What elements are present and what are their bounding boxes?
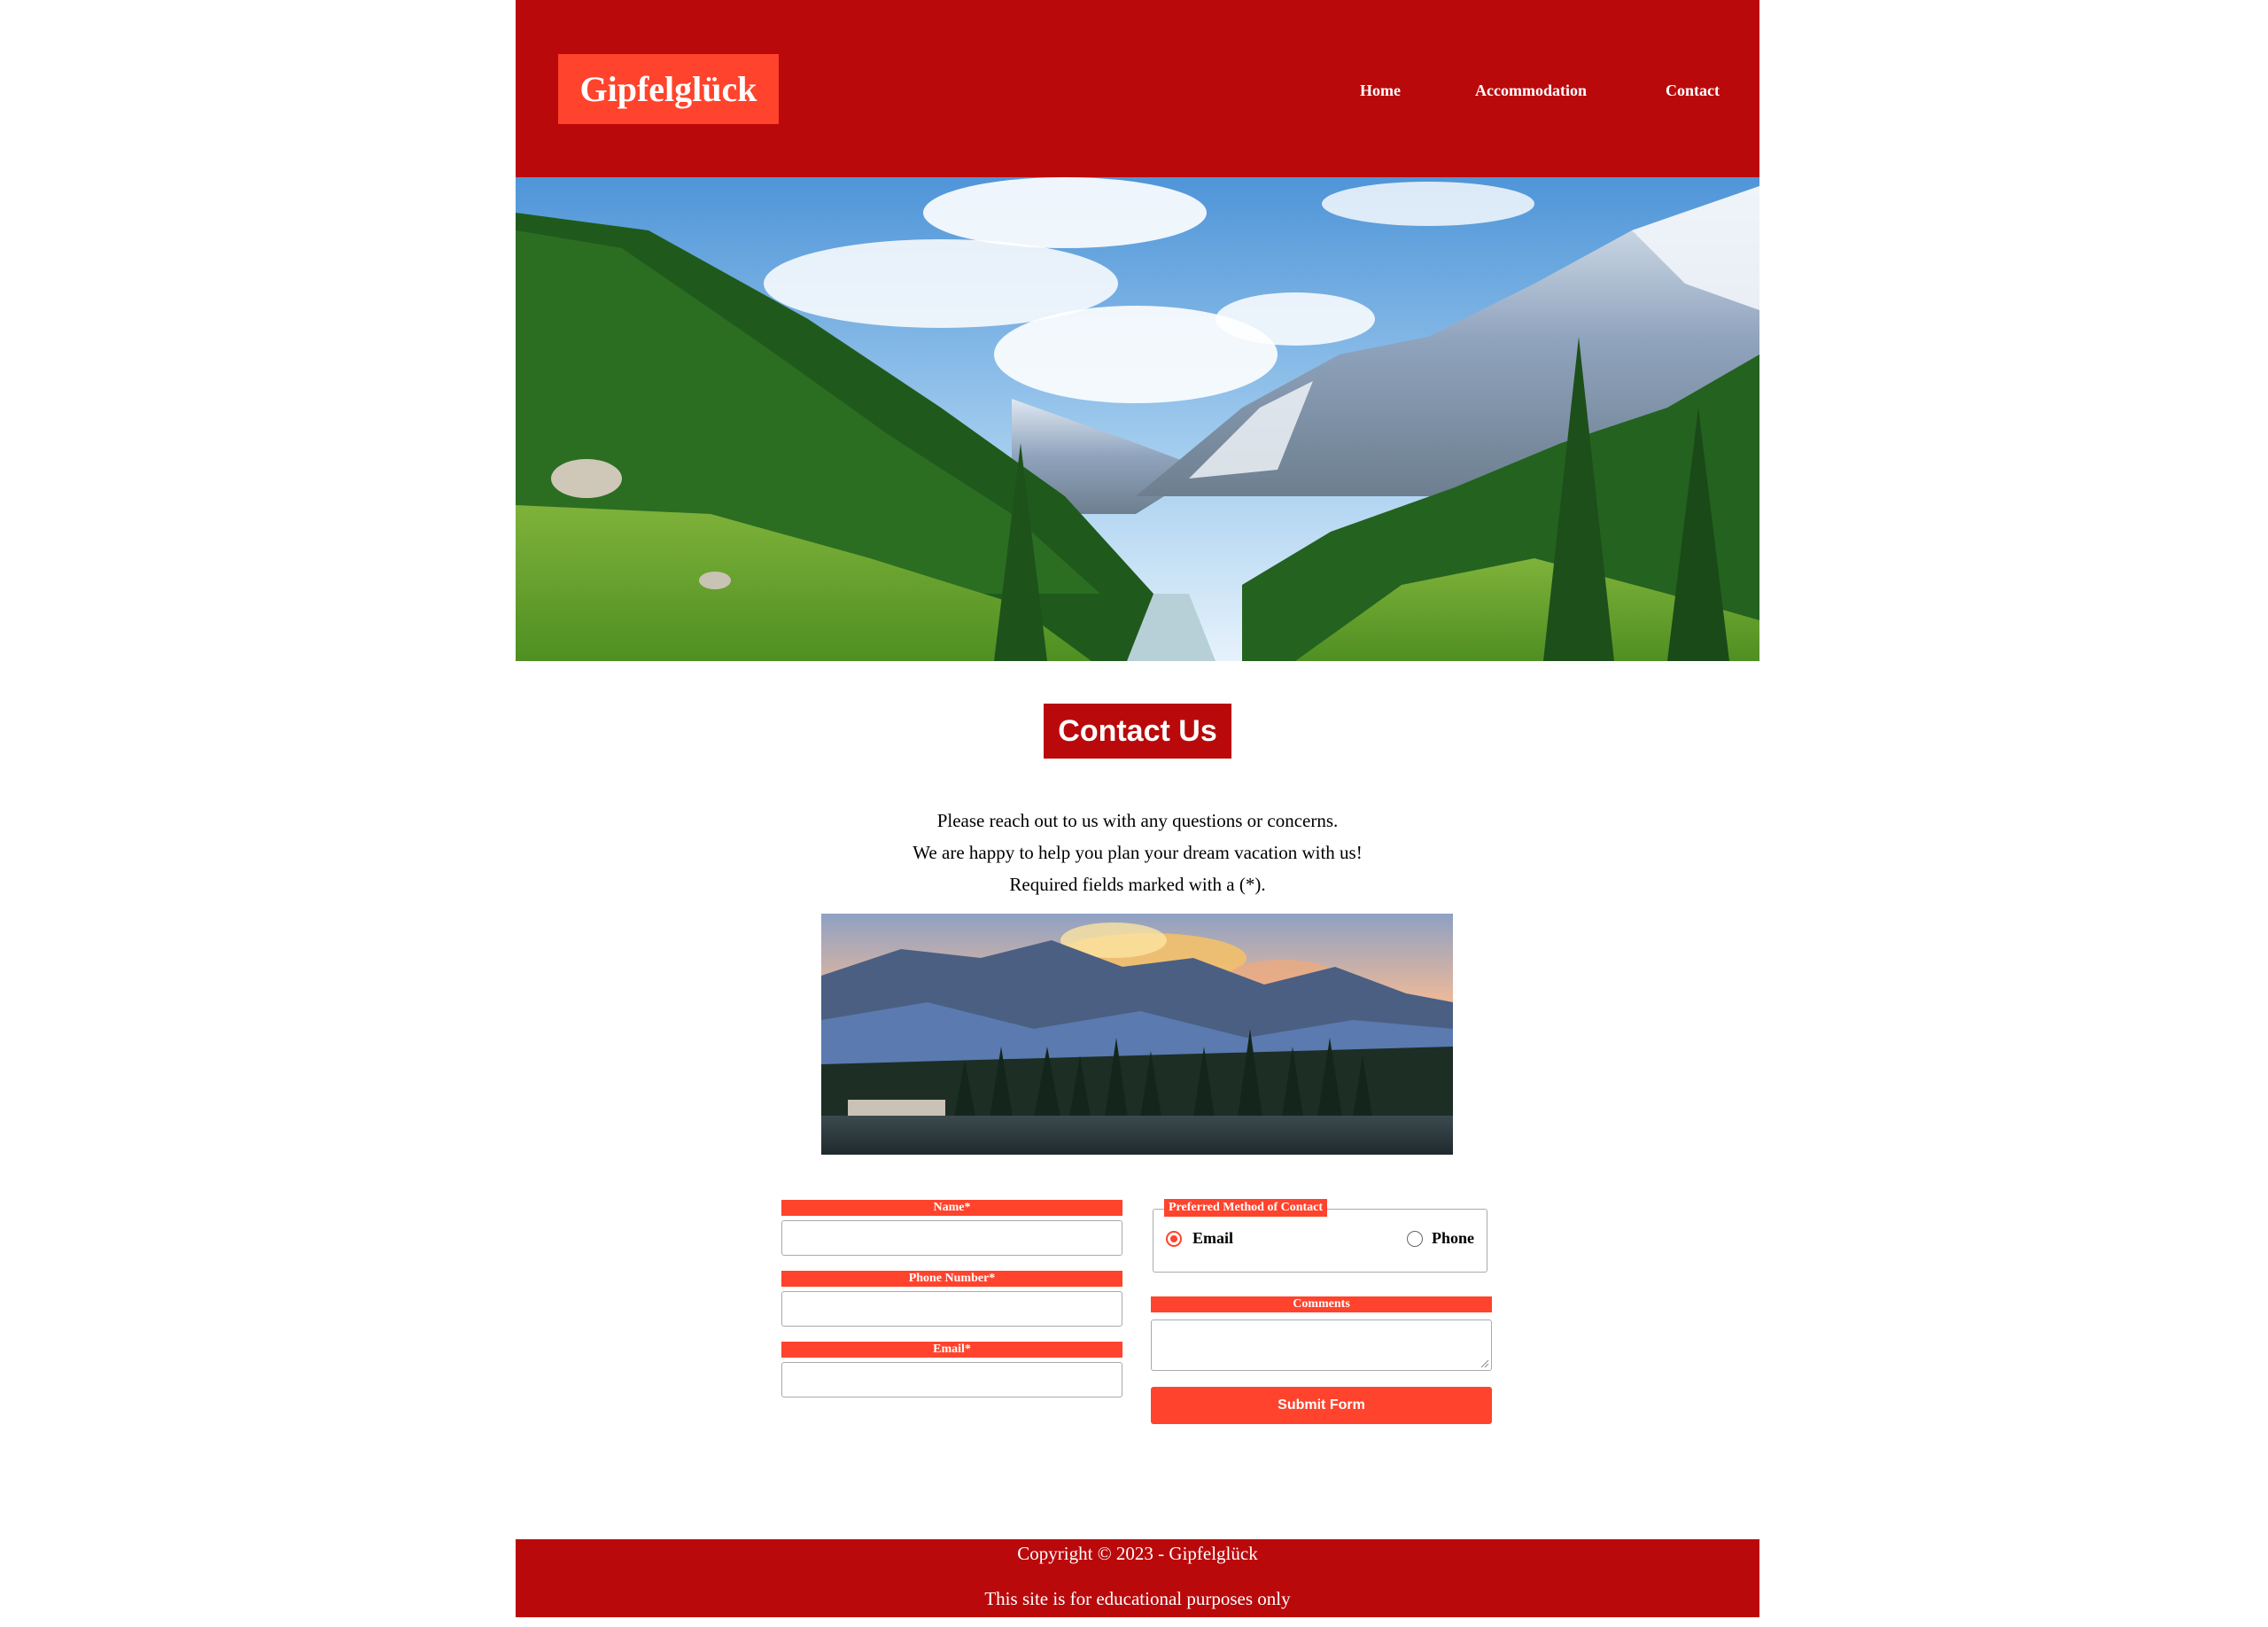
resize-handle-icon[interactable] bbox=[1480, 1359, 1489, 1368]
nav-contact-link[interactable]: Contact bbox=[1666, 82, 1720, 100]
email-radio-label[interactable]: Email bbox=[1192, 1229, 1233, 1248]
lake-image bbox=[821, 914, 1453, 1155]
phone-radio-label[interactable]: Phone bbox=[1432, 1229, 1474, 1248]
preferred-contact-legend: Preferred Method of Contact bbox=[1164, 1199, 1328, 1217]
intro-text: Please reach out to us with any question… bbox=[516, 805, 1759, 900]
intro-line-1: Please reach out to us with any question… bbox=[936, 810, 1339, 831]
name-input[interactable] bbox=[781, 1220, 1122, 1256]
comments-textarea[interactable] bbox=[1151, 1320, 1492, 1371]
site-logo[interactable]: Gipfelglück bbox=[558, 54, 779, 124]
contact-form-left: Name* Phone Number* Email* bbox=[781, 1200, 1122, 1413]
site-header: Gipfelglück Home Accommodation Contact bbox=[516, 0, 1759, 177]
site-footer: Copyright © 2023 - Gipfelglück This site… bbox=[516, 1539, 1759, 1617]
preferred-contact-fieldset: Preferred Method of Contact Email Phone bbox=[1153, 1199, 1487, 1273]
name-label: Name* bbox=[781, 1200, 1122, 1216]
page-title: Contact Us bbox=[1044, 704, 1231, 759]
copyright-text: Copyright © 2023 - Gipfelglück bbox=[1017, 1543, 1258, 1564]
nav-accommodation-link[interactable]: Accommodation bbox=[1475, 82, 1587, 100]
phone-radio[interactable] bbox=[1407, 1231, 1423, 1247]
footer-note: This site is for educational purposes on… bbox=[984, 1588, 1291, 1609]
intro-line-2: We are happy to help you plan your dream… bbox=[913, 842, 1363, 863]
nav-home-link[interactable]: Home bbox=[1360, 82, 1401, 100]
email-radio[interactable] bbox=[1166, 1231, 1182, 1247]
hero-image bbox=[516, 177, 1759, 661]
phone-input[interactable] bbox=[781, 1291, 1122, 1327]
phone-label: Phone Number* bbox=[781, 1271, 1122, 1287]
intro-line-3: Required fields marked with a (*). bbox=[1009, 874, 1266, 895]
submit-button[interactable]: Submit Form bbox=[1151, 1387, 1492, 1424]
comments-label: Comments bbox=[1151, 1296, 1492, 1312]
email-input[interactable] bbox=[781, 1362, 1122, 1397]
page: Gipfelglück Home Accommodation Contact C… bbox=[516, 0, 1759, 1618]
contact-heading-wrap: Contact Us bbox=[516, 704, 1759, 759]
email-label: Email* bbox=[781, 1342, 1122, 1358]
